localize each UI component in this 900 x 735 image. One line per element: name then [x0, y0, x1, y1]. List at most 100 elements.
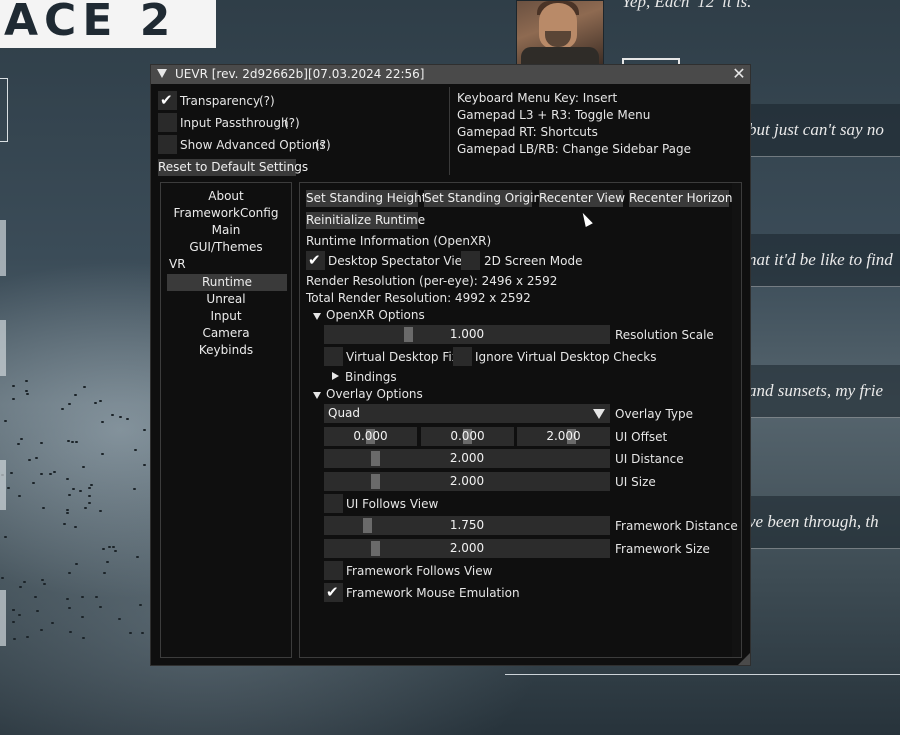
- dust-speck: [84, 506, 88, 509]
- sidebar-item-keybinds[interactable]: Keybinds: [161, 342, 291, 359]
- dialog-option[interactable]: but just can't say no: [748, 104, 900, 157]
- recenter-horizon-button[interactable]: Recenter Horizon: [629, 190, 732, 207]
- framework-mouse-emulation-checkbox[interactable]: ✔: [324, 583, 343, 602]
- ui-offset-z-field[interactable]: 2.000: [517, 427, 610, 446]
- runtime-info-heading: Runtime Information (OpenXR): [306, 234, 492, 248]
- set-standing-origin-button[interactable]: Set Standing Origin: [424, 190, 541, 207]
- ui-offset-y-field[interactable]: 0.000: [421, 427, 514, 446]
- sidebar-item-unreal[interactable]: Unreal: [161, 291, 291, 308]
- dust-speck: [25, 389, 29, 392]
- framework-size-slider[interactable]: 2.000: [324, 539, 610, 558]
- background-frame: [0, 78, 8, 142]
- dust-speck: [79, 489, 83, 492]
- framework-distance-slider[interactable]: 1.750: [324, 516, 610, 535]
- desktop-spectator-checkbox[interactable]: ✔: [306, 251, 325, 270]
- collapsed-arrow-icon[interactable]: [332, 372, 339, 380]
- dust-speck: [140, 632, 144, 635]
- dust-speck: [27, 459, 31, 462]
- background-tab: [0, 460, 6, 510]
- framework-follows-view-checkbox[interactable]: [324, 561, 343, 580]
- openxr-options-header[interactable]: OpenXR Options: [326, 308, 425, 322]
- show-advanced-checkbox[interactable]: [158, 135, 177, 154]
- dust-speck: [99, 606, 103, 609]
- dust-speck: [87, 494, 91, 497]
- ui-follows-view-checkbox[interactable]: [324, 494, 343, 513]
- dust-speck: [88, 501, 92, 504]
- dust-speck: [81, 637, 85, 640]
- ui-size-slider[interactable]: 2.000: [324, 472, 610, 491]
- virtual-desktop-fix-checkbox[interactable]: [324, 347, 343, 366]
- help-marker[interactable]: (?): [259, 94, 275, 108]
- total-resolution-text: Total Render Resolution: 4992 x 2592: [306, 291, 531, 305]
- collapse-arrow-icon[interactable]: [157, 69, 167, 78]
- dust-speck: [7, 487, 11, 490]
- dust-speck: [18, 613, 22, 616]
- overlay-type-dropdown[interactable]: Quad: [324, 404, 610, 423]
- check-icon: ✔: [160, 91, 173, 109]
- sidebar-item-camera[interactable]: Camera: [161, 325, 291, 342]
- dialog-option[interactable]: and sunsets, my frie: [748, 365, 900, 418]
- dust-speck: [112, 546, 116, 549]
- dust-speck: [65, 597, 69, 600]
- slider-value: 1.750: [449, 518, 485, 532]
- sidebar-item-runtime[interactable]: Runtime: [167, 274, 287, 291]
- resize-grip[interactable]: [738, 653, 750, 665]
- dialog-option[interactable]: ve been through, th: [748, 496, 900, 549]
- ignore-vd-checks-label: Ignore Virtual Desktop Checks: [475, 350, 657, 364]
- dust-speck: [20, 438, 24, 441]
- ignore-vd-checks-checkbox[interactable]: [453, 347, 472, 366]
- transparency-checkbox[interactable]: ✔: [158, 91, 177, 110]
- sidebar-item-main[interactable]: Main: [161, 222, 291, 239]
- reset-defaults-button[interactable]: Reset to Default Settings: [158, 159, 308, 176]
- transparency-label: Transparency: [180, 94, 261, 108]
- dust-speck: [132, 488, 136, 491]
- dust-speck: [111, 414, 115, 417]
- dust-speck: [12, 397, 16, 400]
- resolution-scale-slider[interactable]: 1.000: [324, 325, 610, 344]
- dust-speck: [18, 495, 22, 498]
- sidebar-section-vr[interactable]: VR: [161, 256, 291, 273]
- framework-size-label: Framework Size: [615, 542, 710, 556]
- ui-distance-slider[interactable]: 2.000: [324, 449, 610, 468]
- expanded-arrow-icon[interactable]: [313, 392, 321, 399]
- sidebar-item-gui-themes[interactable]: GUI/Themes: [161, 239, 291, 256]
- dust-speck: [90, 484, 94, 487]
- dust-speck: [4, 536, 8, 539]
- dust-speck: [88, 486, 92, 489]
- check-icon: ✔: [326, 583, 339, 601]
- dust-speck: [80, 595, 84, 598]
- dust-speck: [71, 487, 75, 490]
- screen-2d-checkbox[interactable]: [461, 251, 480, 270]
- recenter-view-button[interactable]: Recenter View: [539, 190, 625, 207]
- chevron-down-icon: [593, 409, 605, 419]
- sidebar-item-input[interactable]: Input: [161, 308, 291, 325]
- input-passthrough-checkbox[interactable]: [158, 113, 177, 132]
- dust-speck: [17, 443, 21, 446]
- bindings-header[interactable]: Bindings: [345, 370, 397, 384]
- dialog-option[interactable]: nat it'd be like to find: [748, 234, 900, 287]
- dust-speck: [82, 465, 86, 468]
- slider-value: 2.000: [449, 541, 485, 555]
- dust-speck: [3, 420, 7, 423]
- dropdown-value: Quad: [328, 406, 361, 420]
- dust-speck: [80, 615, 84, 618]
- help-marker[interactable]: (?): [284, 116, 300, 130]
- help-marker[interactable]: (?): [315, 138, 331, 152]
- window-titlebar[interactable]: UEVR [rev. 2d92662b][07.03.2024 22:56] ✕: [151, 65, 750, 84]
- dust-speck: [68, 606, 72, 609]
- sidebar-item-about[interactable]: About: [161, 188, 291, 205]
- scrollbar[interactable]: [732, 183, 741, 657]
- dust-speck: [113, 549, 117, 552]
- dust-speck: [95, 595, 99, 598]
- overlay-options-header[interactable]: Overlay Options: [326, 387, 423, 401]
- dust-speck: [41, 506, 45, 509]
- expanded-arrow-icon[interactable]: [313, 313, 321, 320]
- reinitialize-runtime-button[interactable]: Reinitialize Runtime: [306, 212, 425, 229]
- runtime-panel: Set Standing Height Set Standing Origin …: [299, 182, 742, 658]
- close-icon[interactable]: ✕: [732, 65, 746, 83]
- set-standing-height-button[interactable]: Set Standing Height: [306, 190, 426, 207]
- ui-offset-x-field[interactable]: 0.000: [324, 427, 417, 446]
- sidebar-item-frameworkconfig[interactable]: FrameworkConfig: [161, 205, 291, 222]
- dust-speck: [13, 637, 17, 640]
- slider-value: 0.000: [353, 429, 388, 443]
